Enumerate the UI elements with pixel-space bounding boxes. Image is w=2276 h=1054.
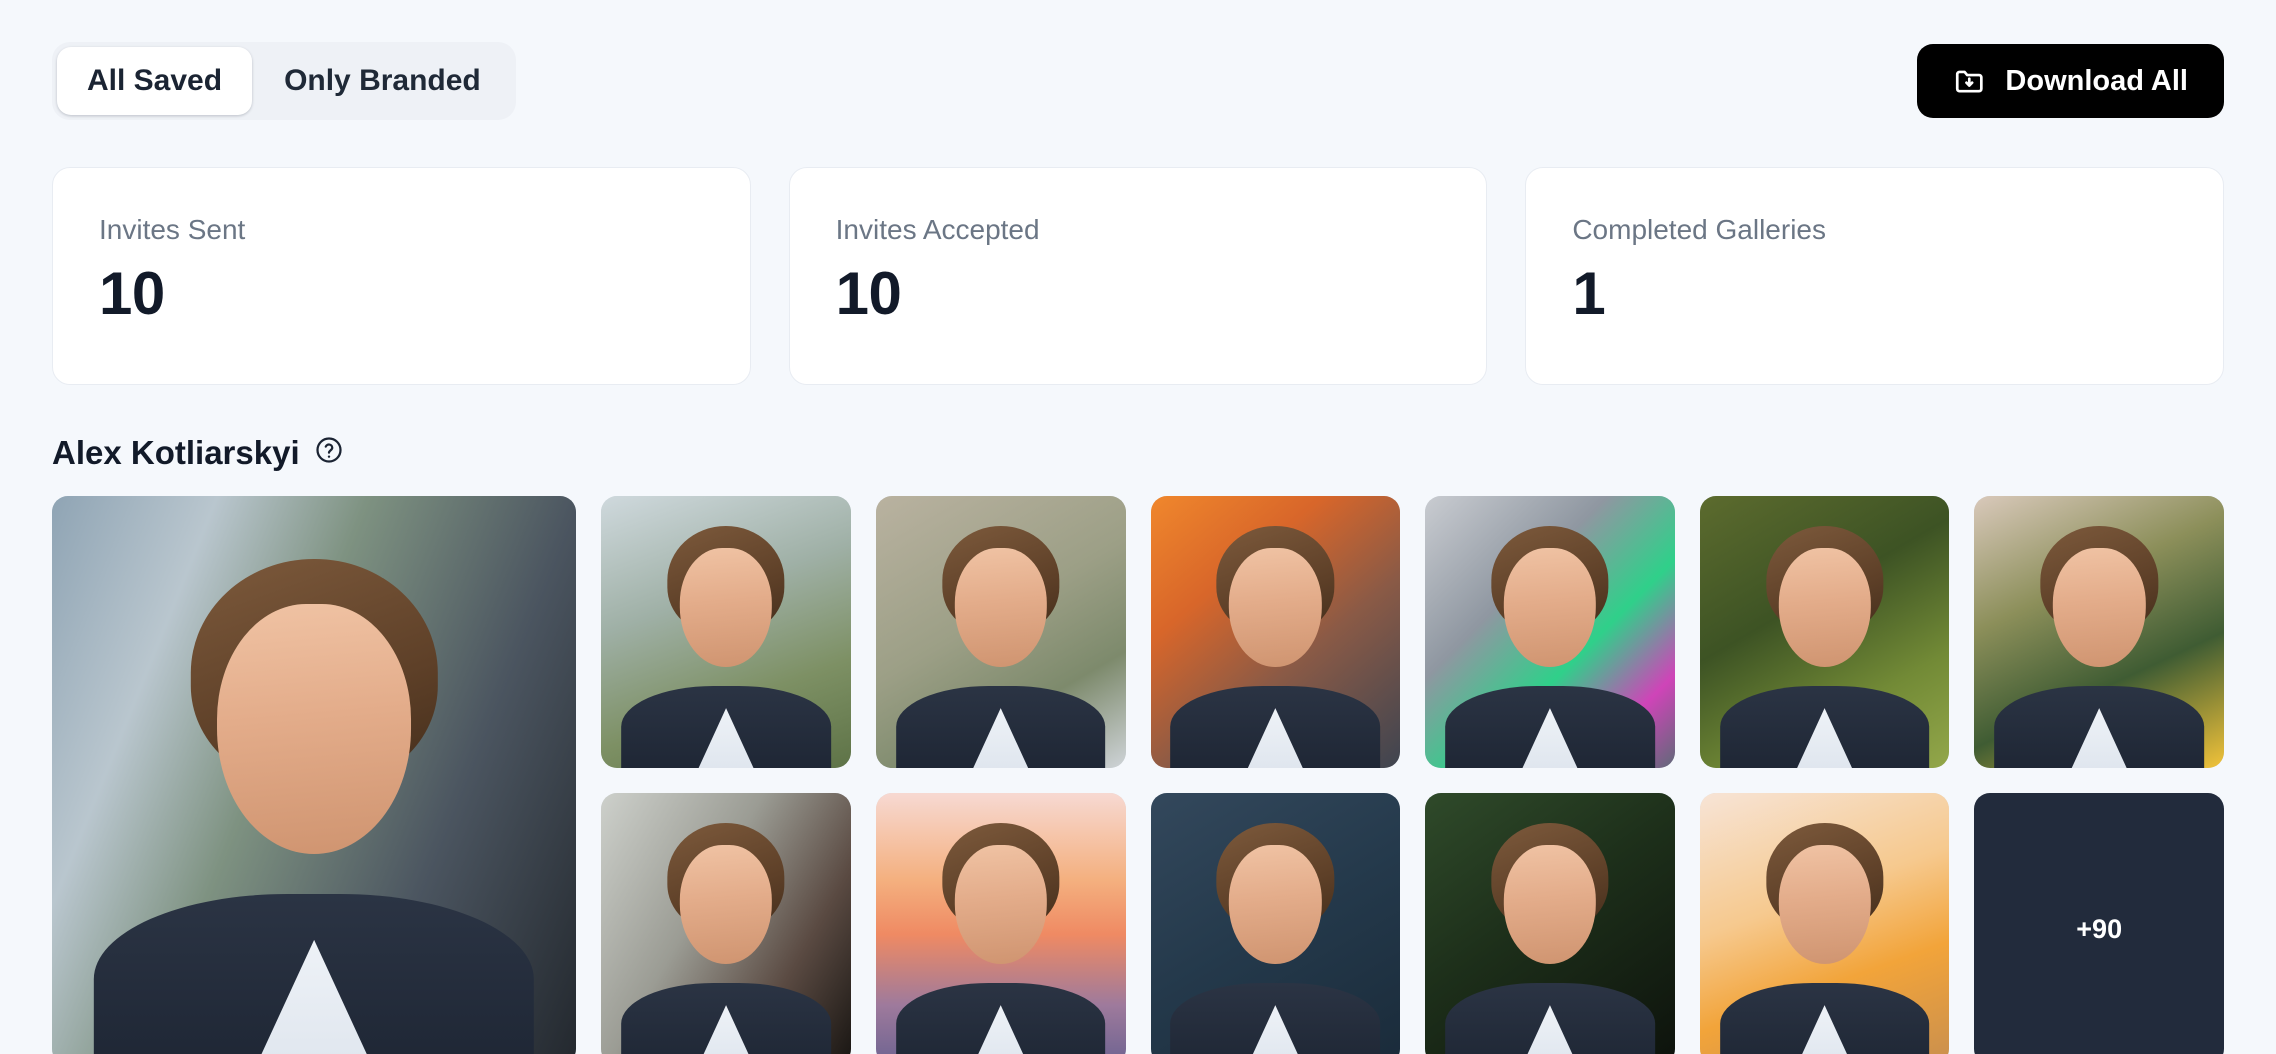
gallery-page: All Saved Only Branded Download All Invi… <box>0 0 2276 1054</box>
stats-row: Invites Sent 10 Invites Accepted 10 Comp… <box>52 167 2224 385</box>
filter-segmented-control[interactable]: All Saved Only Branded <box>52 42 516 120</box>
page-title: Alex Kotliarskyi <box>52 436 300 469</box>
gallery-photo[interactable] <box>876 793 1126 1054</box>
gallery-more-photos-tile[interactable]: +90 <box>1974 793 2224 1054</box>
gallery-photo[interactable] <box>601 496 851 768</box>
stat-label: Completed Galleries <box>1572 215 2177 246</box>
help-circle-icon[interactable] <box>314 435 344 470</box>
portrait-face <box>955 845 1047 965</box>
gallery-photo[interactable] <box>1700 793 1950 1054</box>
gallery-photo[interactable] <box>1151 496 1401 768</box>
portrait-face <box>217 604 411 854</box>
photo-gallery-grid: +90 <box>52 496 2224 1054</box>
gallery-photo[interactable] <box>1700 496 1950 768</box>
portrait-face <box>680 548 772 668</box>
portrait-face <box>955 548 1047 668</box>
gallery-photo[interactable] <box>1425 793 1675 1054</box>
tab-only-branded[interactable]: Only Branded <box>254 47 511 115</box>
tab-all-saved[interactable]: All Saved <box>57 47 252 115</box>
stat-label: Invites Accepted <box>836 215 1441 246</box>
stat-card-completed-galleries: Completed Galleries 1 <box>1525 167 2224 385</box>
stat-value: 1 <box>1572 260 2177 327</box>
portrait-face <box>680 845 772 965</box>
stat-value: 10 <box>836 260 1441 327</box>
gallery-hero-photo[interactable] <box>52 496 576 1054</box>
portrait-face <box>1778 548 1870 668</box>
stat-card-invites-sent: Invites Sent 10 <box>52 167 751 385</box>
stat-card-invites-accepted: Invites Accepted 10 <box>789 167 1488 385</box>
stat-value: 10 <box>99 260 704 327</box>
download-all-label: Download All <box>2005 65 2188 98</box>
folder-download-icon <box>1953 64 1987 98</box>
gallery-photo[interactable] <box>601 793 851 1054</box>
portrait-face <box>1504 845 1596 965</box>
portrait-face <box>1504 548 1596 668</box>
gallery-photo[interactable] <box>876 496 1126 768</box>
toolbar: All Saved Only Branded Download All <box>52 0 2224 120</box>
gallery-photo[interactable] <box>1425 496 1675 768</box>
gallery-photo[interactable] <box>1974 496 2224 768</box>
more-photos-count: +90 <box>2076 914 2122 945</box>
portrait-face <box>1778 845 1870 965</box>
person-header: Alex Kotliarskyi <box>52 435 2224 470</box>
portrait-face <box>1229 548 1321 668</box>
portrait-face <box>2053 548 2145 668</box>
portrait-face <box>1229 845 1321 965</box>
download-all-button[interactable]: Download All <box>1917 44 2224 118</box>
stat-label: Invites Sent <box>99 215 704 246</box>
gallery-photo[interactable] <box>1151 793 1401 1054</box>
